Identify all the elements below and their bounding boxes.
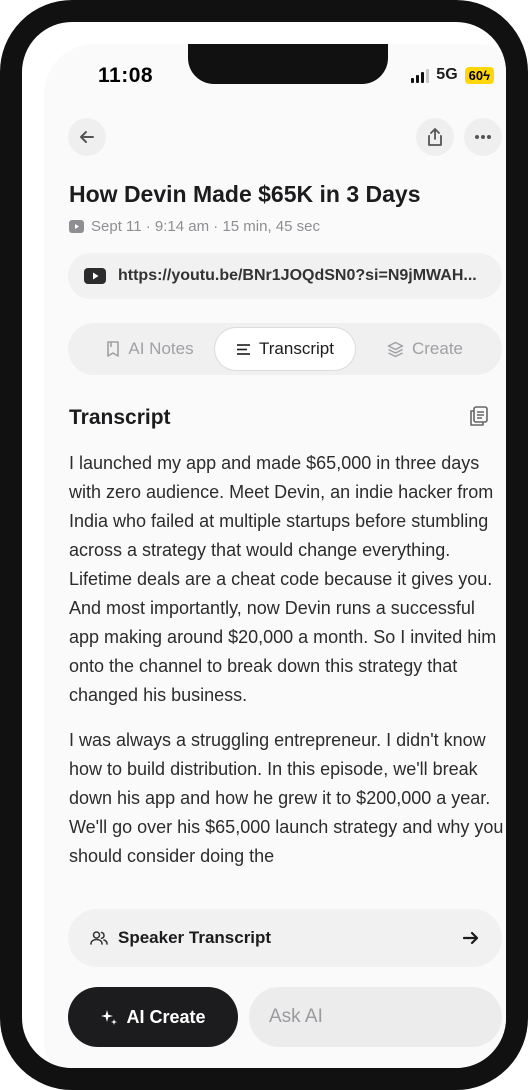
charging-icon: ϟ bbox=[483, 67, 490, 83]
layers-icon bbox=[387, 341, 404, 357]
tab-label: AI Notes bbox=[128, 339, 194, 358]
tab-label: Transcript bbox=[259, 339, 334, 358]
share-icon bbox=[428, 128, 442, 146]
people-icon bbox=[90, 931, 108, 945]
tab-label: Create bbox=[411, 339, 464, 358]
transcript-body: I launched my app and made $65,000 in th… bbox=[69, 449, 506, 889]
scroll-fade bbox=[44, 864, 506, 904]
back-button[interactable] bbox=[68, 118, 106, 156]
send-arrow-icon bbox=[516, 1009, 528, 1025]
transcript-paragraph: I launched my app and made $65,000 in th… bbox=[69, 453, 497, 705]
sparkle-icon bbox=[101, 1010, 118, 1025]
ai-create-button[interactable]: AI Create bbox=[68, 987, 238, 1047]
phone-frame: 11:08 5G 60ϟ How Devin Made $65K in 3 Da… bbox=[0, 0, 528, 1090]
speaker-transcript-label: Speaker Transcript bbox=[118, 928, 272, 947]
tab-create[interactable]: Create bbox=[360, 328, 490, 370]
signal-icon bbox=[411, 68, 430, 83]
send-button[interactable] bbox=[516, 1001, 528, 1033]
meta-text: Sept 11 · 9:14 am · 15 min, 45 sec bbox=[91, 218, 321, 235]
tab-ai-notes[interactable]: AI Notes bbox=[88, 328, 212, 370]
arrow-left-icon bbox=[80, 131, 94, 143]
status-time: 11:08 bbox=[98, 64, 154, 87]
video-url: https://youtu.be/BNr1JOQdSN0?si=N9jMWAH.… bbox=[118, 267, 477, 284]
lines-icon bbox=[237, 343, 251, 355]
ask-ai-field[interactable] bbox=[249, 987, 506, 1047]
tab-bar: AI Notes Transcript Create bbox=[68, 323, 502, 375]
network-label: 5G bbox=[436, 66, 458, 83]
battery-indicator: 60ϟ bbox=[464, 66, 494, 84]
status-indicators: 5G 60ϟ bbox=[411, 66, 494, 84]
video-icon bbox=[69, 220, 84, 233]
tab-transcript[interactable]: Transcript bbox=[215, 328, 355, 370]
copy-icon bbox=[470, 406, 488, 426]
recording-meta: Sept 11 · 9:14 am · 15 min, 45 sec bbox=[69, 218, 320, 235]
bookmark-icon bbox=[107, 341, 120, 357]
video-link[interactable]: https://youtu.be/BNr1JOQdSN0?si=N9jMWAH.… bbox=[68, 253, 502, 299]
ai-create-label: AI Create bbox=[126, 1006, 206, 1027]
page-title: How Devin Made $65K in 3 Days bbox=[69, 181, 421, 207]
app-screen: 11:08 5G 60ϟ How Devin Made $65K in 3 Da… bbox=[44, 44, 506, 1080]
arrow-right-icon bbox=[462, 931, 479, 945]
copy-button[interactable] bbox=[467, 404, 491, 428]
home-indicator[interactable] bbox=[200, 1074, 372, 1080]
more-dots-icon bbox=[475, 135, 491, 139]
section-title: Transcript bbox=[69, 406, 171, 429]
more-button[interactable] bbox=[464, 118, 502, 156]
ask-ai-input[interactable] bbox=[267, 1005, 506, 1029]
speaker-transcript-button[interactable]: Speaker Transcript bbox=[68, 909, 502, 967]
share-button[interactable] bbox=[416, 118, 454, 156]
notch bbox=[188, 44, 388, 84]
transcript-paragraph: I was always a struggling entrepreneur. … bbox=[69, 730, 504, 866]
battery-level: 60 bbox=[468, 67, 484, 83]
youtube-icon bbox=[84, 268, 106, 284]
